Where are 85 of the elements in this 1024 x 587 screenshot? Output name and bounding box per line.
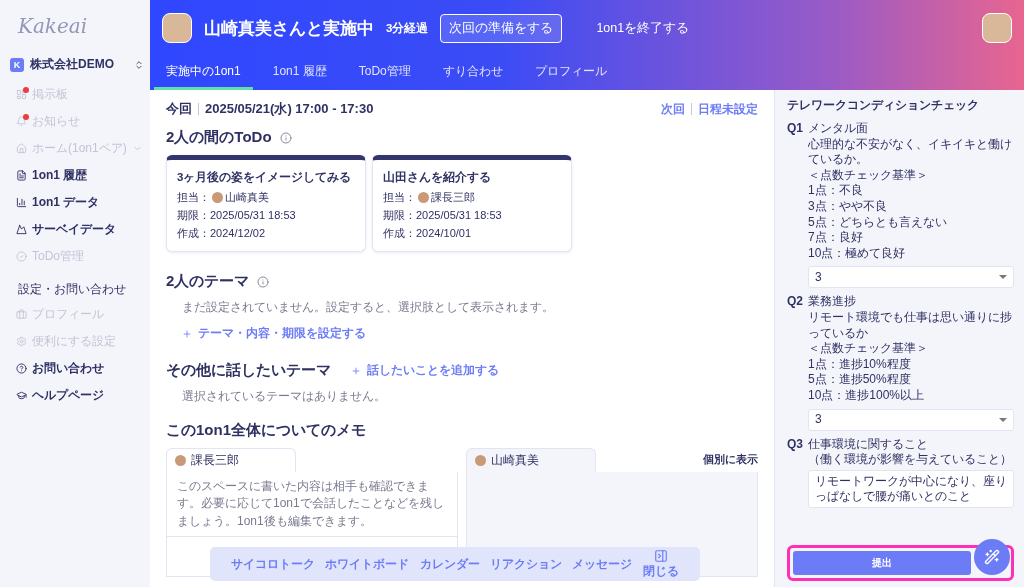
due-date: 期限：2025/05/31 18:53 — [177, 208, 297, 223]
panel-title: テレワークコンディションチェック — [787, 98, 980, 113]
section-heading: この1on1全体についてのメモ — [166, 421, 366, 440]
notification-dot — [23, 114, 29, 120]
empty-message: 選択されているテーマはありません。 — [182, 388, 387, 405]
help-icon — [16, 363, 27, 374]
plus-icon — [182, 328, 192, 339]
tab[interactable]: ToDo管理 — [346, 56, 423, 90]
graduation-cap-icon — [16, 390, 27, 401]
question-number: Q1 — [787, 121, 803, 137]
question-text: 業務進捗 リモート環境でも仕事は思い通りに捗っているか ＜点数チェック基準＞ 1点：進捗10%程度 5点：進捗50%程度 10点：進捗100%以上 — [808, 294, 1013, 404]
logo: Kakeai — [18, 14, 89, 38]
created-date: 作成：2024/12/02 — [177, 226, 267, 241]
memo-field[interactable]: このスペースに書いた内容は相手も確認できます。必要に応じて1on1で会話したことなどを残しましょう。1on1後も編集できます。 — [166, 472, 458, 538]
memo-tab[interactable]: 課長三郎 — [166, 448, 296, 472]
todo-card[interactable]: 山田さんを紹介する 担当： 課長三郎 期限：2025/05/31 18:53 作成：2024/10/01 — [372, 155, 572, 252]
add-topic-link[interactable]: 話したいことを追加する — [351, 363, 499, 378]
end-button[interactable]: 1on1を終了する — [590, 18, 696, 38]
notification-dot — [23, 87, 29, 93]
note-icon — [16, 170, 27, 181]
todo-card[interactable]: 3ヶ月後の姿をイメージしてみる 担当： 山崎真美 期限：2025/05/31 18:53 作成：2024/12/02 — [166, 155, 366, 252]
question-text: 仕事環境に関すること （働く環境が影響を与えていること） — [808, 436, 1013, 468]
tab[interactable]: すり合わせ — [430, 56, 515, 90]
toolbar-button[interactable]: メッセージ — [572, 556, 633, 572]
bar-chart-icon — [16, 197, 27, 208]
assignee-name: 課長三郎 — [431, 190, 475, 205]
assignee-label: 担当： — [177, 190, 210, 205]
assignee-label: 担当： — [383, 190, 416, 205]
toolbar-button[interactable]: サイコロトーク — [231, 556, 316, 572]
section-heading: その他に話したいテーマ — [166, 361, 331, 380]
score-select[interactable]: 3 — [808, 266, 1014, 289]
prepare-button[interactable]: 次回の準備をする — [440, 13, 563, 43]
schedule-label: 今回 — [166, 100, 192, 118]
tab[interactable]: プロフィール — [522, 56, 619, 90]
assignee-name: 山崎真美 — [225, 190, 269, 205]
elapsed-time: 3分経過 — [386, 20, 429, 36]
empty-message: まだ設定されていません。設定すると、選択肢として表示されます。 — [182, 299, 555, 316]
check-circle-icon — [16, 251, 27, 262]
info-icon[interactable] — [279, 131, 292, 144]
tab[interactable]: 1on1 履歴 — [260, 56, 339, 90]
home-icon — [16, 143, 27, 154]
score-select[interactable]: 3 — [808, 408, 1014, 431]
submit-button[interactable]: 提出 — [793, 551, 971, 575]
magic-wand-icon — [984, 549, 1000, 565]
created-date: 作成：2024/10/01 — [383, 226, 473, 241]
avatar — [162, 13, 192, 43]
sidebar-item[interactable]: お問い合わせ — [10, 355, 144, 382]
question-number: Q2 — [787, 294, 803, 311]
todo-title: 3ヶ月後の姿をイメージしてみる — [177, 170, 353, 185]
avatar — [418, 192, 429, 203]
plus-icon — [351, 365, 361, 376]
info-icon[interactable] — [257, 275, 270, 288]
toolbar-button[interactable]: カレンダー — [419, 556, 480, 572]
todo-title: 山田さんを紹介する — [383, 170, 492, 185]
briefcase-icon — [16, 309, 27, 320]
up-down-icon — [134, 59, 144, 70]
sidebar-item[interactable]: 1on1 データ — [10, 189, 144, 216]
sidebar-item[interactable]: 1on1 履歴 — [10, 162, 144, 189]
mountains-icon — [16, 224, 27, 235]
add-theme-link[interactable]: テーマ・内容・期限を設定する — [182, 326, 366, 341]
toolbar-button[interactable]: リアクション — [490, 556, 563, 572]
close-button[interactable]: 閉じる — [642, 549, 679, 579]
avatar — [212, 192, 223, 203]
settings-icon — [16, 336, 27, 347]
panel-close-icon — [653, 549, 668, 563]
section-title: 設定・お問い合わせ — [18, 282, 127, 297]
next-label: 次回 — [661, 100, 685, 118]
section-heading: 2人の間のToDo — [166, 128, 272, 147]
question-text: メンタル面 心理的な不安がなく、イキイキと働けているか。 ＜点数チェック基準＞ 1点：不良 3点：やや不良 5点：どちらとも言えない 7点：良好 10点：極めて良好 — [808, 121, 1013, 262]
company-switcher[interactable]: K 株式会社DEMO — [10, 56, 144, 73]
magic-wand-button[interactable] — [974, 539, 1010, 575]
show-separately-link[interactable]: 個別に表示 — [703, 453, 758, 467]
sidebar-item[interactable]: ヘルプページ — [10, 382, 144, 409]
memo-tab[interactable]: 山崎真美 — [466, 448, 596, 472]
due-date: 期限：2025/05/31 18:53 — [383, 208, 503, 223]
bell-icon — [16, 116, 27, 127]
next-schedule-link[interactable]: 日程未設定 — [698, 100, 758, 118]
question-number: Q3 — [787, 436, 803, 453]
answer-field[interactable]: リモートワークが中心になり、座りっぱなしで腰が痛いとのこと — [808, 469, 1014, 508]
session-title: 山崎真美さんと実施中 — [204, 17, 374, 40]
sidebar-item[interactable]: サーベイデータ — [10, 216, 144, 243]
user-avatar[interactable] — [982, 13, 1012, 43]
toolbar-button[interactable]: ホワイトボード — [325, 556, 410, 572]
section-heading: 2人のテーマ — [166, 272, 250, 291]
schedule-datetime: 2025/05/21(水) 17:00 - 17:30 — [205, 100, 374, 118]
